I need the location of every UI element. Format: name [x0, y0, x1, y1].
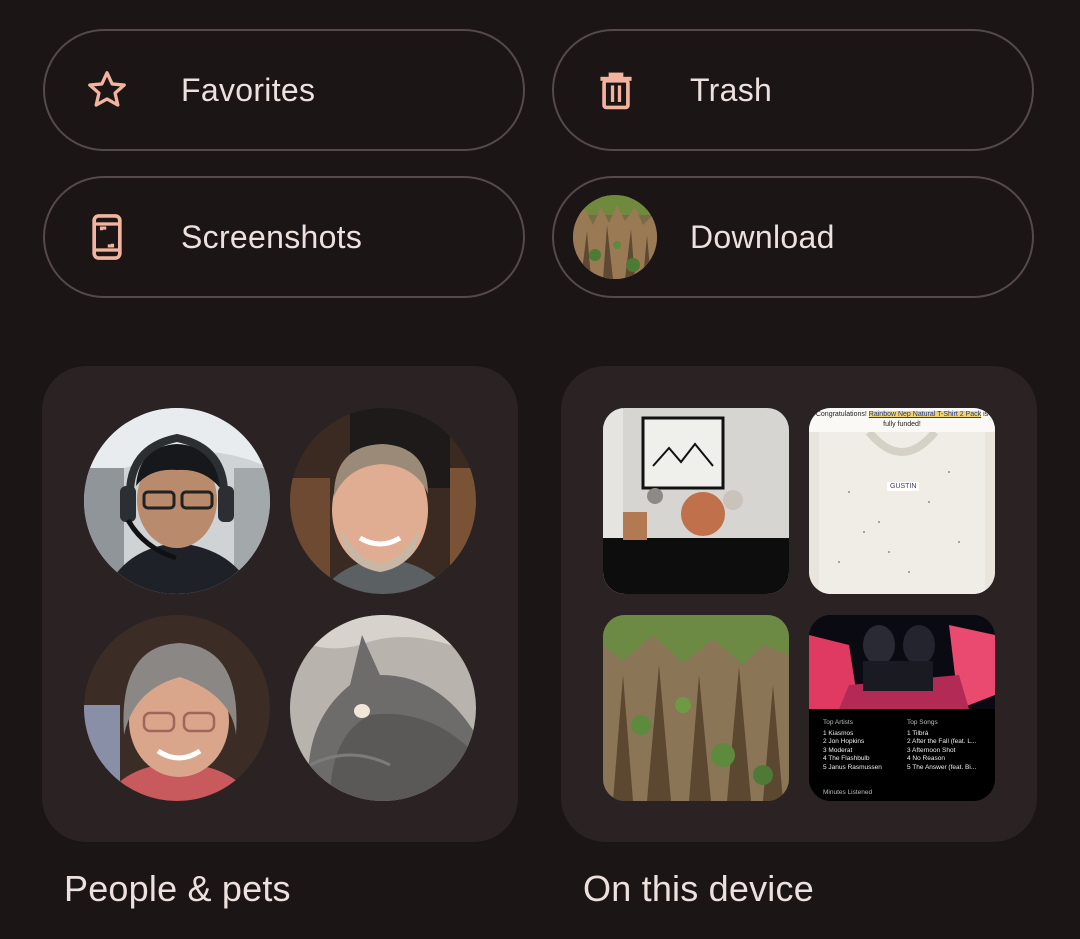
phone-screenshot-icon — [85, 214, 129, 260]
music-stats: Top Artists 1 Kiasmos 2 Jon Hopkins 3 Mo… — [809, 709, 995, 801]
on-this-device-card[interactable]: Congratulations! Rainbow Nep Natural T-S… — [561, 366, 1037, 842]
people-and-pets-title: People & pets — [64, 868, 291, 909]
device-photo-shelf[interactable] — [603, 408, 789, 594]
on-this-device-title: On this device — [583, 868, 814, 909]
favorites-button[interactable]: Favorites — [43, 29, 525, 151]
screenshots-button[interactable]: Screenshots — [43, 176, 525, 298]
favorites-label: Favorites — [181, 71, 316, 108]
star-outline-icon — [85, 68, 129, 112]
trash-icon — [594, 68, 638, 112]
download-folder-thumbnail — [573, 195, 657, 279]
device-screenshot-shirt[interactable]: Congratulations! Rainbow Nep Natural T-S… — [809, 408, 995, 594]
device-screenshot-music[interactable]: Top Artists 1 Kiasmos 2 Jon Hopkins 3 Mo… — [809, 615, 995, 801]
library-screen: Favorites Trash Screenshots Download Peo… — [0, 0, 1080, 939]
shirt-tag: GUSTIN — [887, 482, 920, 491]
device-photo-cliffs[interactable] — [603, 615, 789, 801]
trash-button[interactable]: Trash — [552, 29, 1034, 151]
shirt-banner: Congratulations! Rainbow Nep Natural T-S… — [809, 408, 995, 432]
person-face-2[interactable] — [290, 408, 476, 594]
screenshots-label: Screenshots — [181, 218, 363, 255]
download-label: Download — [690, 218, 835, 255]
person-face-1[interactable] — [84, 408, 270, 594]
person-face-3[interactable] — [84, 615, 270, 801]
pet-face-4[interactable] — [290, 615, 476, 801]
people-and-pets-card[interactable] — [42, 366, 518, 842]
trash-label: Trash — [690, 71, 773, 108]
download-button[interactable]: Download — [552, 176, 1034, 298]
